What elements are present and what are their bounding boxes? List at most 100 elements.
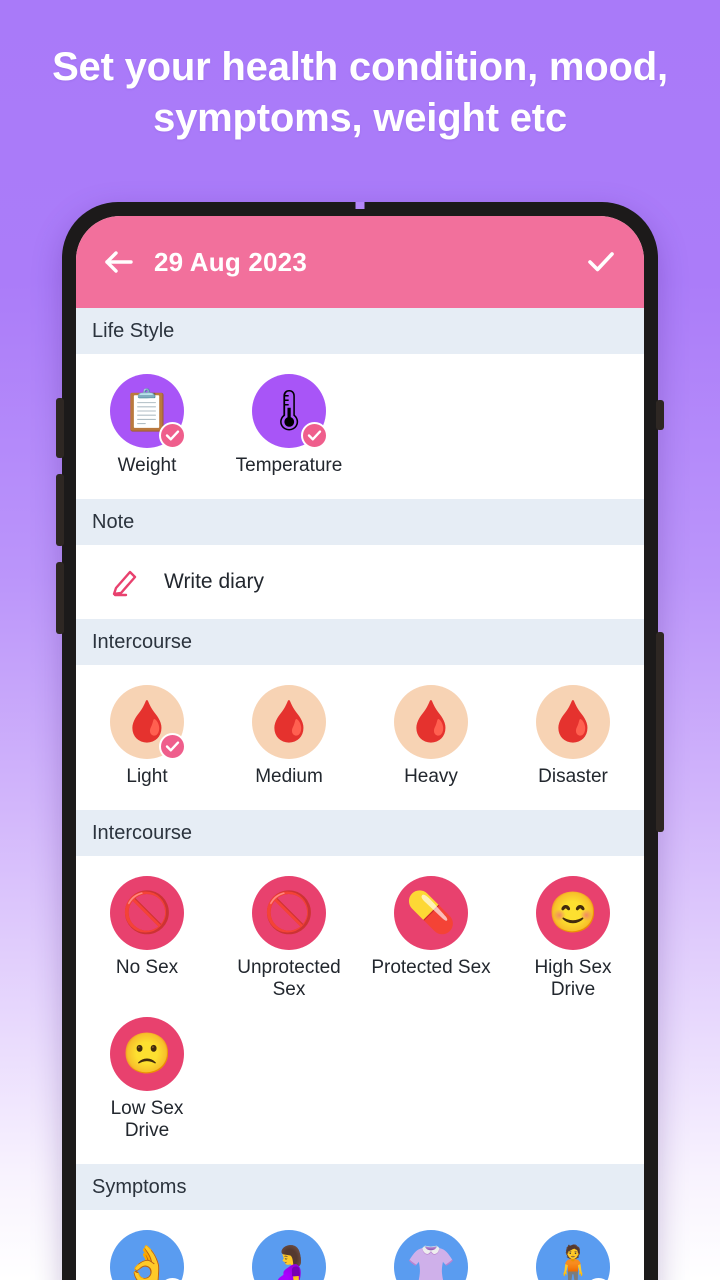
write-diary-label: Write diary [164,570,264,594]
icon-wrap: 🩸 [110,685,186,761]
icon-glyph: 🧍 [548,1245,598,1280]
icon-wrap: 🤰 [252,1230,326,1280]
option-label: Medium [255,766,323,788]
item-grid: 👌Feel good🤰Abdominal cramps👚Tender breas… [76,1224,644,1280]
write-diary-row[interactable]: Write diary [76,545,644,620]
selected-check-badge [301,422,328,449]
section-header-intercourse-activity: Intercourse [76,810,644,857]
icon-wrap: 👚 [394,1230,468,1280]
option-label: Temperature [235,455,343,476]
option-disaster[interactable]: 🩸 Disaster [502,679,644,798]
option-feel-good[interactable]: 👌Feel good [76,1224,218,1280]
icon-wrap: 😊 [536,876,610,951]
phone-button-left-1[interactable] [56,398,64,458]
blood-drop-disaster-icon: 🩸 [536,685,610,760]
icon-wrap: 🩸 [536,685,610,760]
sad-face-icon: 🙁 [110,1017,184,1092]
section-body-symptoms: 👌Feel good🤰Abdominal cramps👚Tender breas… [76,1210,644,1280]
blood-drop-medium-icon: 🩸 [252,685,326,760]
icon-wrap: 🩸 [394,685,468,760]
confirm-check-icon[interactable] [580,241,622,283]
option-light[interactable]: 🩸 Light [76,679,218,798]
option-low-sex-drive[interactable]: 🙁 Low Sex Drive [76,1011,218,1152]
option-label: Unprotected Sex [237,957,341,1001]
option-tender-breasts[interactable]: 👚Tender breasts [360,1224,502,1280]
section-title: Intercourse [92,821,193,844]
icon-wrap: 📋 [110,374,186,449]
icon-wrap: 💊 [394,876,468,951]
option-label: Weight [117,455,177,476]
icon-glyph: 🩸 [406,700,456,745]
option-label: No Sex [115,957,179,979]
section-title: Intercourse [92,630,193,653]
option-temperature[interactable]: 🌡 Temperature [218,368,360,487]
section-body-life-style: 📋 Weight 🌡 Temperature [76,354,644,500]
icon-glyph: 👌 [122,1245,172,1280]
option-medium[interactable]: 🩸 Medium [218,679,360,798]
section-title: Symptoms [92,1175,187,1198]
icon-wrap: 👌 [110,1230,186,1280]
option-label: High Sex Drive [534,957,612,1001]
section-body-intercourse-flow: 🩸 Light 🩸 Medium 🩸 Heavy 🩸 Disaster [76,665,644,811]
promo-headline: Set your health condition, mood, symptom… [52,45,668,140]
condom-icon: 💊 [394,876,468,951]
section-header-life-style: Life Style [76,308,644,354]
option-heavy[interactable]: 🩸 Heavy [360,679,502,798]
icon-glyph: 🚫 [122,891,172,936]
back-arrow-icon[interactable] [98,241,140,283]
section-title: Life Style [92,319,175,342]
phone-button-right-1[interactable] [656,400,664,430]
option-label: Low Sex Drive [110,1098,184,1142]
tender-breasts-icon: 👚 [394,1230,468,1280]
section-body-intercourse-activity: 🚫 No Sex 🚫 Unprotected Sex 💊 Protected Sex 😊 Hi… [76,856,644,1165]
icon-glyph: 🚫 [264,891,314,936]
icon-glyph: 👚 [406,1245,456,1280]
phone-frame: 29 Aug 2023 Life Style 📋 Weight 🌡 Temperatur… [56,202,664,1280]
option-label: Protected Sex [371,957,491,979]
option-abdominal-cramps[interactable]: 🤰Abdominal cramps [218,1224,360,1280]
section-body-note: Write diary [76,545,644,620]
section-title: Note [92,510,135,533]
selected-check-badge [159,422,186,449]
phone-button-left-2[interactable] [56,474,64,546]
section-header-intercourse-flow: Intercourse [76,619,644,666]
phone-button-left-3[interactable] [56,562,64,634]
ok-hand-icon: 👌 [110,1230,184,1280]
icon-wrap: 🙁 [110,1017,184,1092]
icon-wrap: 🩸 [252,685,326,760]
unprotected-sex-icon: 🚫 [252,876,326,951]
icon-wrap: 🚫 [110,876,184,951]
camera-cutout [355,202,365,209]
icon-wrap: 🌡 [252,374,328,449]
low-back-pain-icon: 🧍 [536,1230,610,1280]
option-label: Disaster [538,766,608,788]
phone-screen: 29 Aug 2023 Life Style 📋 Weight 🌡 Temperatur… [76,216,644,1280]
option-low-back-pain[interactable]: 🧍Low back pain [502,1224,644,1280]
page-title: 29 Aug 2023 [154,246,307,277]
option-no-sex[interactable]: 🚫 No Sex [76,870,218,1011]
icon-glyph: 🙁 [122,1032,172,1077]
option-unprotected-sex[interactable]: 🚫 Unprotected Sex [218,870,360,1011]
icon-glyph: 💊 [406,891,456,936]
option-high-sex-drive[interactable]: 😊 High Sex Drive [502,870,644,1011]
blood-drop-heavy-icon: 🩸 [394,685,468,760]
icon-glyph: 🤰 [264,1245,314,1280]
abdominal-cramps-icon: 🤰 [252,1230,326,1280]
icon-glyph: 🩸 [264,700,314,745]
smiling-face-icon: 😊 [536,876,610,951]
pencil-icon [108,563,142,602]
section-header-note: Note [76,499,644,546]
option-label: Heavy [404,766,458,788]
icon-wrap: 🚫 [252,876,326,951]
icon-glyph: 🩸 [548,700,598,745]
phone-button-right-2[interactable] [656,632,664,832]
section-header-symptoms: Symptoms [76,1164,644,1211]
option-protected-sex[interactable]: 💊 Protected Sex [360,870,502,1011]
app-bar: 29 Aug 2023 [76,216,644,308]
settings-content: Life Style 📋 Weight 🌡 Temperature Note Write d… [76,308,644,1280]
item-grid: 🩸 Light 🩸 Medium 🩸 Heavy 🩸 Disaster [76,679,644,798]
option-label: Light [126,766,168,788]
item-grid: 🚫 No Sex 🚫 Unprotected Sex 💊 Protected Sex 😊 Hi… [76,870,644,1152]
icon-wrap: 🧍 [536,1230,612,1280]
option-weight[interactable]: 📋 Weight [76,368,218,487]
